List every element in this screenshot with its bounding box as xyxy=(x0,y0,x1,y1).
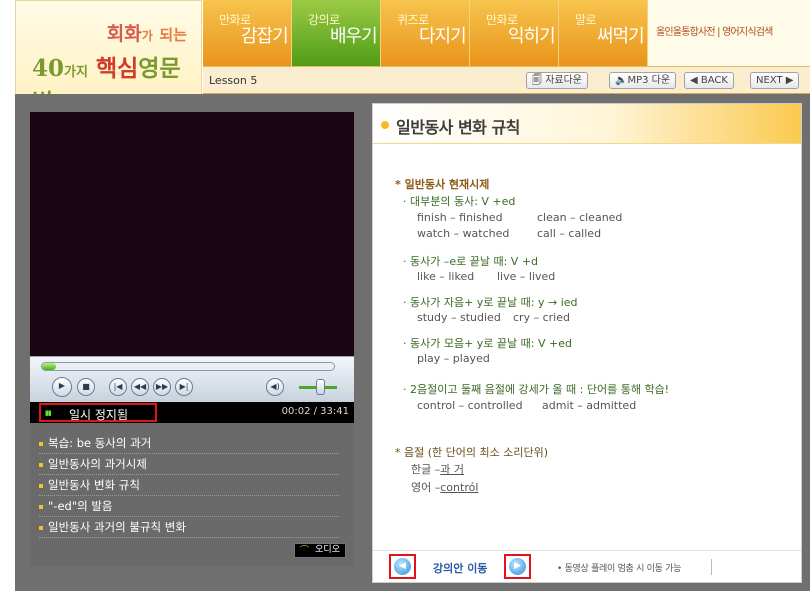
example-row: 영어 – contról xyxy=(411,481,479,494)
rule-text: · 대부분의 동사: V +ed xyxy=(403,195,516,208)
header: 회화가 되는 40가지 핵심영문법 만화로 감잡기 강의로 배우기 퀴즈로 다지… xyxy=(15,0,810,116)
document-icon: 🗐 xyxy=(532,75,542,86)
mp3-download-button[interactable]: 🔈MP3 다운 xyxy=(609,72,677,89)
section-heading: * 음절 (한 단어의 최소 소리단위) xyxy=(395,446,549,459)
next-button[interactable]: NEXT ▶ xyxy=(750,72,800,89)
content-frame: ▶ ■ |◀ ◀◀ ▶▶ ▶| ◀) ▮▮ 일시 정지됨 00:02 / 33:… xyxy=(15,94,810,591)
logo-line1: 회화가 되는 xyxy=(106,23,187,45)
back-button[interactable]: ◀ BACK xyxy=(684,72,734,89)
tab-lecture[interactable]: 강의로 배우기 xyxy=(292,0,381,66)
seek-bar[interactable] xyxy=(41,362,335,371)
lecture-nav-bar: ◀ 강의안 이동 ▶ • 동영상 플레이 멈춤 시 이동 가능 xyxy=(373,550,801,582)
bullet-icon xyxy=(39,442,43,446)
bullet-icon xyxy=(39,505,43,509)
tab-cartoon-intro[interactable]: 만화로 감잡기 xyxy=(203,0,292,66)
play-button[interactable]: ▶ xyxy=(52,377,72,397)
arrow-right-icon: ▶ xyxy=(509,558,526,575)
video-screen[interactable] xyxy=(30,112,354,356)
tab-cartoon-practice[interactable]: 만화로 익히기 xyxy=(470,0,559,66)
example-row: like – liked live – lived xyxy=(417,270,556,283)
next-track-button[interactable]: ▶| xyxy=(175,378,193,396)
arrow-left-icon: ◀ xyxy=(394,558,411,575)
example-row: 한글 – 과 거 xyxy=(411,463,464,476)
bullet-icon xyxy=(39,526,43,530)
audio-mode-button[interactable]: ⌒ 오디오 xyxy=(294,543,346,558)
bullet-icon xyxy=(39,484,43,488)
chapter-item[interactable]: 일반동사 변화 규칙 xyxy=(39,475,339,496)
main-tabs: 만화로 감잡기 강의로 배우기 퀴즈로 다지기 만화로 익히기 말로 써먹기 올… xyxy=(203,0,810,66)
fast-forward-button[interactable]: ▶▶ xyxy=(153,378,171,396)
pause-icon: ▮▮ xyxy=(45,409,52,417)
rewind-icon: ◀◀ xyxy=(133,382,147,391)
skip-back-icon: |◀ xyxy=(113,382,123,391)
play-icon: ▶ xyxy=(58,381,66,390)
rule-text: · 동사가 –e로 끝날 때: V +d xyxy=(403,255,539,268)
mute-button[interactable]: ◀) xyxy=(266,378,284,396)
example-row: study – studied cry – cried xyxy=(417,311,570,324)
example-row: play – played xyxy=(417,352,490,365)
dictionary-search-link[interactable]: 올인올통합사전 | 영어지식검색 xyxy=(648,0,810,66)
nav-note: • 동영상 플레이 멈춤 시 이동 가능 xyxy=(557,564,682,574)
volume-slider-handle[interactable] xyxy=(316,379,325,395)
logo[interactable]: 회화가 되는 40가지 핵심영문법 xyxy=(15,0,202,116)
seek-progress xyxy=(42,363,56,370)
example-row: control – controlled admit – admitted xyxy=(417,399,637,412)
rule-text: · 2음절이고 둘째 음절에 강세가 올 때 : 단어를 통해 학습! xyxy=(403,383,670,396)
nav-label: 강의안 이동 xyxy=(433,562,488,575)
next-slide-button[interactable]: ▶ xyxy=(504,554,531,579)
stop-icon: ■ xyxy=(82,382,90,391)
chapter-item[interactable]: "-ed"의 발음 xyxy=(39,496,339,517)
speaker-icon: ◀) xyxy=(270,382,280,391)
example-row: finish – finished clean – cleaned xyxy=(417,211,623,224)
timecode: 00:02 / 33:41 xyxy=(281,406,349,417)
player-controls: ▶ ■ |◀ ◀◀ ▶▶ ▶| ◀) xyxy=(30,356,354,402)
rule-text: · 동사가 모음+ y로 끝날 때: V +ed xyxy=(403,337,572,350)
bullet-icon xyxy=(381,121,389,129)
headphones-icon: ⌒ xyxy=(300,546,310,556)
tab-quiz[interactable]: 퀴즈로 다지기 xyxy=(381,0,470,66)
lesson-label: Lesson 5 xyxy=(209,74,258,87)
status-highlight: ▮▮ 일시 정지됨 xyxy=(39,403,157,422)
previous-button[interactable]: |◀ xyxy=(109,378,127,396)
chapter-item[interactable]: 복습: be 동사의 과거 xyxy=(39,433,339,454)
divider xyxy=(711,559,712,575)
example-row: watch – watched call – called xyxy=(417,227,602,240)
media-player: ▶ ■ |◀ ◀◀ ▶▶ ▶| ◀) ▮▮ 일시 정지됨 00:02 / 33:… xyxy=(30,112,354,566)
speaker-icon: 🔈 xyxy=(615,75,628,86)
chapter-list: 복습: be 동사의 과거 일반동사의 과거시제 일반동사 변화 규칙 "-ed… xyxy=(30,423,354,566)
lecture-panel: 일반동사 변화 규칙 * 일반동사 현재시제 · 대부분의 동사: V +ed … xyxy=(372,103,802,583)
rule-text: · 동사가 자음+ y로 끝날 때: y → ied xyxy=(403,296,578,309)
section-heading: * 일반동사 현재시제 xyxy=(395,178,490,191)
chapter-item[interactable]: 일반동사 과거의 불규칙 변화 xyxy=(39,517,339,538)
bullet-icon xyxy=(39,463,43,467)
status-text: 일시 정지됨 xyxy=(69,408,129,422)
download-button[interactable]: 🗐 자료다운 xyxy=(526,72,588,89)
prev-slide-button[interactable]: ◀ xyxy=(389,554,416,579)
tab-speaking[interactable]: 말로 써먹기 xyxy=(559,0,648,66)
fast-forward-icon: ▶▶ xyxy=(155,382,169,391)
lecture-title: 일반동사 변화 규칙 xyxy=(396,118,520,137)
sub-toolbar: Lesson 5 🗐 자료다운 🔈MP3 다운 ◀ BACK NEXT ▶ xyxy=(203,66,810,94)
stop-button[interactable]: ■ xyxy=(77,378,95,396)
chapter-item[interactable]: 일반동사의 과거시제 xyxy=(39,454,339,475)
lecture-title-bar: 일반동사 변화 규칙 xyxy=(373,104,801,144)
player-status-bar: ▮▮ 일시 정지됨 00:02 / 33:41 xyxy=(30,402,354,423)
skip-forward-icon: ▶| xyxy=(179,382,189,391)
rewind-button[interactable]: ◀◀ xyxy=(131,378,149,396)
